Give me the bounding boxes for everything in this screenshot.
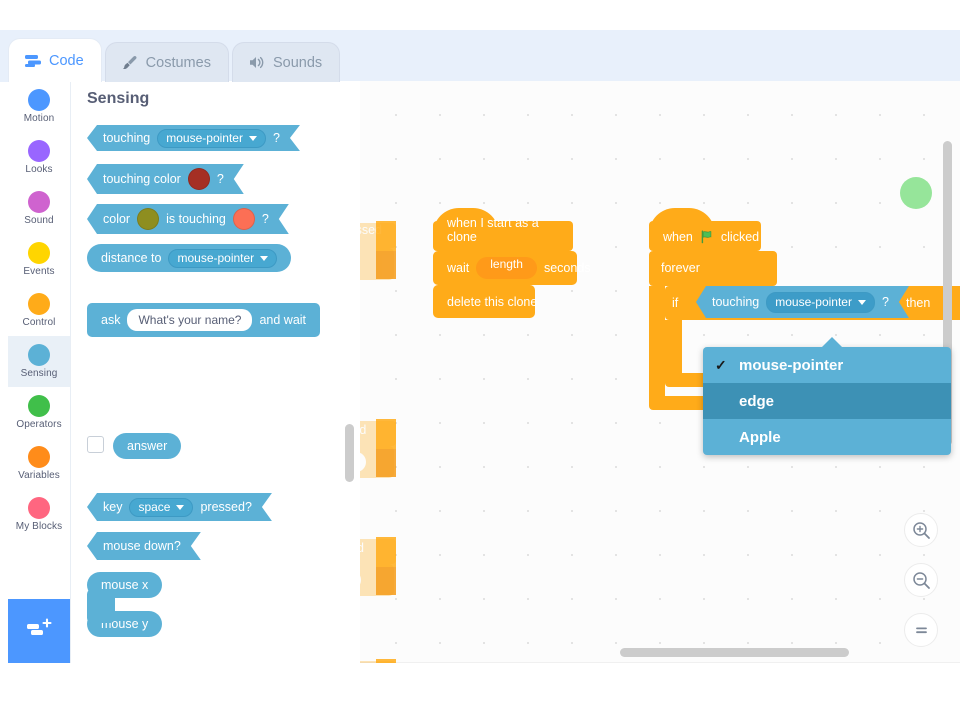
workspace-horizontal-scrollbar[interactable] xyxy=(620,648,849,657)
palette-block-ask-and-wait[interactable]: ask What's your name? and wait xyxy=(87,303,321,337)
ask-text-input[interactable]: What's your name? xyxy=(127,309,253,331)
dropdown-item-apple[interactable]: Apple xyxy=(703,419,951,455)
category-sidebar[interactable]: Motion Looks Sound Events Control Sensin… xyxy=(8,81,71,663)
add-extension-button[interactable] xyxy=(8,599,70,663)
sidebar-item-my-blocks[interactable]: My Blocks xyxy=(8,489,70,540)
delete-clone-label: delete this clone xyxy=(447,294,538,309)
sidebar-item-looks[interactable]: Looks xyxy=(8,132,70,183)
sidebar-item-operators[interactable]: Operators xyxy=(8,387,70,438)
sidebar-item-sensing[interactable]: Sensing xyxy=(8,336,70,387)
target-dropdown-menu[interactable]: ✓ mouse-pointer edge Apple xyxy=(703,347,951,455)
ghost-block-edge xyxy=(376,449,396,477)
sidebar-item-sound[interactable]: Sound xyxy=(8,183,70,234)
touching-condition-block[interactable]: touching mouse-pointer ? xyxy=(696,286,909,318)
palette-block-answer[interactable]: answer xyxy=(113,433,182,459)
looks-category-icon xyxy=(28,140,50,162)
wait-prefix: wait xyxy=(447,261,470,275)
sound-category-icon xyxy=(28,191,50,213)
dropdown-arrow xyxy=(821,337,843,348)
palette-block-color-is-touching[interactable]: color is touching ? xyxy=(87,204,289,234)
tab-bar: Code Costumes Sounds xyxy=(8,38,343,82)
variables-category-icon xyxy=(28,446,50,468)
motion-category-icon xyxy=(28,89,50,111)
zoom-out-button[interactable] xyxy=(904,563,938,597)
green-flag-icon xyxy=(700,230,714,244)
palette-block-touching[interactable]: touching mouse-pointer ? xyxy=(87,125,300,151)
my-blocks-category-icon xyxy=(28,497,50,519)
sidebar-item-variables[interactable]: Variables xyxy=(8,438,70,489)
when-flag-clicked-hat[interactable]: when clicked xyxy=(649,208,761,251)
dropdown-item-edge[interactable]: edge xyxy=(703,383,951,419)
palette-block-mouse-down[interactable]: mouse down? xyxy=(87,532,201,560)
sidebar-item-events[interactable]: Events xyxy=(8,234,70,285)
touching-prefix: touching xyxy=(712,295,760,309)
palette-block-distance-to[interactable]: distance to mouse-pointer xyxy=(87,244,292,272)
touching-suffix: ? xyxy=(881,295,889,309)
sprite-drag-marker xyxy=(900,177,932,209)
zoom-reset-button[interactable] xyxy=(904,613,938,647)
palette-scrollbar[interactable] xyxy=(345,424,354,482)
distance-target-dropdown[interactable]: mouse-pointer xyxy=(168,248,278,268)
tab-code-label: Code xyxy=(49,52,84,69)
dropdown-item-mouse-pointer[interactable]: ✓ mouse-pointer xyxy=(703,347,951,383)
code-blocks-icon xyxy=(24,52,42,70)
sensing-category-icon xyxy=(28,344,50,366)
touching-target-dropdown[interactable]: mouse-pointer xyxy=(766,292,875,313)
flag-hat-suffix: clicked xyxy=(720,230,760,244)
tab-costumes-label: Costumes xyxy=(145,54,211,71)
key-dropdown[interactable]: space xyxy=(129,498,193,517)
if-mouth-notch xyxy=(682,320,718,329)
add-extension-icon xyxy=(26,617,53,645)
checkmark-icon: ✓ xyxy=(715,356,727,373)
wait-seconds-block[interactable]: wait length seconds xyxy=(433,251,591,285)
delete-this-clone-block[interactable]: delete this clone xyxy=(433,285,538,318)
editor-body: when up arrow key pressed set direction … xyxy=(8,81,960,663)
color-swatch-icon[interactable] xyxy=(233,208,255,230)
touching-target-dropdown[interactable]: mouse-pointer xyxy=(157,129,266,148)
palette-block-key-pressed[interactable]: key space pressed? xyxy=(87,493,272,521)
tab-sounds[interactable]: Sounds xyxy=(231,42,341,82)
zoom-in-button[interactable] xyxy=(904,513,938,547)
tab-bar-background-right xyxy=(348,30,960,82)
if-then-label: then xyxy=(906,296,931,310)
ghost-block-edge xyxy=(376,221,396,251)
when-i-start-as-clone-hat[interactable]: when I start as a clone xyxy=(433,208,573,251)
speaker-icon xyxy=(248,54,266,72)
flag-hat-prefix: when xyxy=(663,230,693,244)
ghost-block-edge xyxy=(376,537,396,567)
sidebar-item-control[interactable]: Control xyxy=(8,285,70,336)
if-prefix-label: if xyxy=(672,296,679,310)
block-palette[interactable]: Sensing touching mouse-pointer ? touchin… xyxy=(71,81,360,663)
ghost-block-edge xyxy=(376,659,396,663)
tab-costumes[interactable]: Costumes xyxy=(104,42,229,82)
forever-label: forever xyxy=(661,261,700,275)
forever-block-left-arm xyxy=(649,286,665,404)
palette-category-title: Sensing xyxy=(87,90,150,107)
palette-block-touching-color[interactable]: touching color ? xyxy=(87,164,244,194)
clone-hat-label: when I start as a clone xyxy=(447,216,539,244)
ghost-block-edge xyxy=(376,567,396,595)
ghost-block-edge xyxy=(376,419,396,449)
scratch-editor: Code Costumes Sounds when I start as a c… xyxy=(0,0,960,720)
color-swatch-icon[interactable] xyxy=(137,208,159,230)
control-category-icon xyxy=(28,293,50,315)
tab-sounds-label: Sounds xyxy=(272,54,323,71)
paintbrush-icon xyxy=(121,54,139,72)
answer-monitor-checkbox[interactable] xyxy=(87,436,104,453)
ghost-block-edge xyxy=(376,251,396,279)
color-swatch-icon[interactable] xyxy=(188,168,210,190)
wait-suffix: seconds xyxy=(543,261,591,275)
sidebar-item-motion[interactable]: Motion xyxy=(8,81,70,132)
tab-code[interactable]: Code xyxy=(8,38,102,82)
wait-value-input[interactable]: length xyxy=(476,257,537,279)
events-category-icon xyxy=(28,242,50,264)
operators-category-icon xyxy=(28,395,50,417)
